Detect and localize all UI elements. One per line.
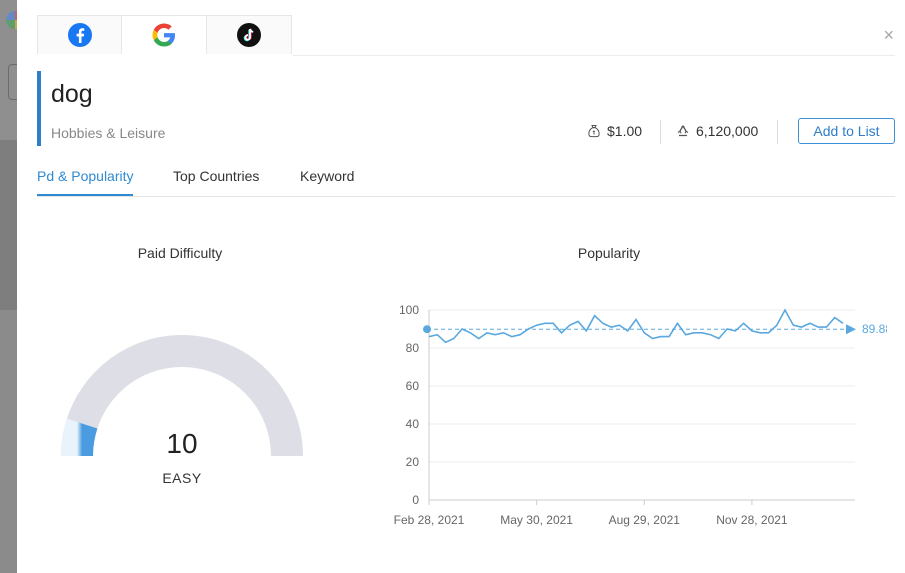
average-label: 89.88 bbox=[862, 322, 887, 336]
paid-difficulty-title: Paid Difficulty bbox=[137, 245, 223, 261]
facebook-icon bbox=[67, 23, 92, 47]
x-tick-label: May 30, 2021 bbox=[500, 513, 573, 527]
y-tick-label: 40 bbox=[406, 417, 420, 431]
difficulty-level: EASY bbox=[162, 470, 202, 486]
keyword-detail-modal: × dog Hobbies & Leisure $1.00 6,120,000 … bbox=[17, 0, 905, 573]
active-tab-indicator bbox=[37, 194, 133, 196]
cpc-stat: $1.00 bbox=[587, 123, 642, 139]
x-tick-label: Feb 28, 2021 bbox=[394, 513, 465, 527]
x-tick-label: Aug 29, 2021 bbox=[609, 513, 681, 527]
y-tick-label: 100 bbox=[399, 303, 419, 317]
tab-google[interactable] bbox=[122, 15, 207, 54]
tab-top-countries[interactable]: Top Countries bbox=[173, 168, 259, 184]
y-tick-label: 20 bbox=[406, 455, 420, 469]
stat-divider bbox=[660, 120, 661, 144]
analysis-tabs: Pd & Popularity Top Countries Keyword bbox=[37, 168, 895, 197]
y-tick-label: 0 bbox=[412, 493, 419, 507]
average-arrow bbox=[846, 324, 856, 335]
keyword-title: dog bbox=[51, 80, 93, 108]
average-start-marker bbox=[423, 325, 431, 334]
close-button[interactable]: × bbox=[883, 26, 894, 44]
popularity-chart: 0 20 40 60 80 100 Feb 28, 2021 May 30, 2021 Aug … bbox=[394, 303, 887, 527]
google-icon bbox=[152, 23, 175, 47]
popularity-series-line bbox=[428, 308, 844, 344]
tabs-divider bbox=[293, 55, 895, 56]
add-to-list-button[interactable]: Add to List bbox=[798, 118, 895, 144]
volume-value: 6,120,000 bbox=[696, 123, 759, 139]
tab-pd-popularity[interactable]: Pd & Popularity bbox=[37, 168, 134, 184]
social-platform-tabs bbox=[37, 15, 292, 55]
popularity-title: Popularity bbox=[577, 245, 641, 261]
tab-tiktok[interactable] bbox=[207, 15, 292, 54]
y-tick-label: 80 bbox=[406, 341, 420, 355]
y-tick-label: 60 bbox=[406, 379, 420, 393]
title-accent-bar bbox=[37, 71, 41, 146]
money-bag-icon bbox=[588, 125, 600, 138]
difficulty-value: 10 bbox=[166, 428, 198, 459]
gauge-fill bbox=[61, 418, 98, 457]
volume-stat: 6,120,000 bbox=[676, 123, 758, 139]
cpc-value: $1.00 bbox=[607, 123, 643, 139]
tiktok-icon bbox=[237, 23, 261, 47]
recycle-icon bbox=[677, 125, 689, 137]
stat-divider bbox=[777, 120, 778, 144]
tab-facebook[interactable] bbox=[37, 15, 122, 54]
tab-keyword[interactable]: Keyword bbox=[300, 168, 354, 184]
keyword-category: Hobbies & Leisure bbox=[51, 125, 166, 141]
x-tick-label: Nov 28, 2021 bbox=[716, 513, 788, 527]
